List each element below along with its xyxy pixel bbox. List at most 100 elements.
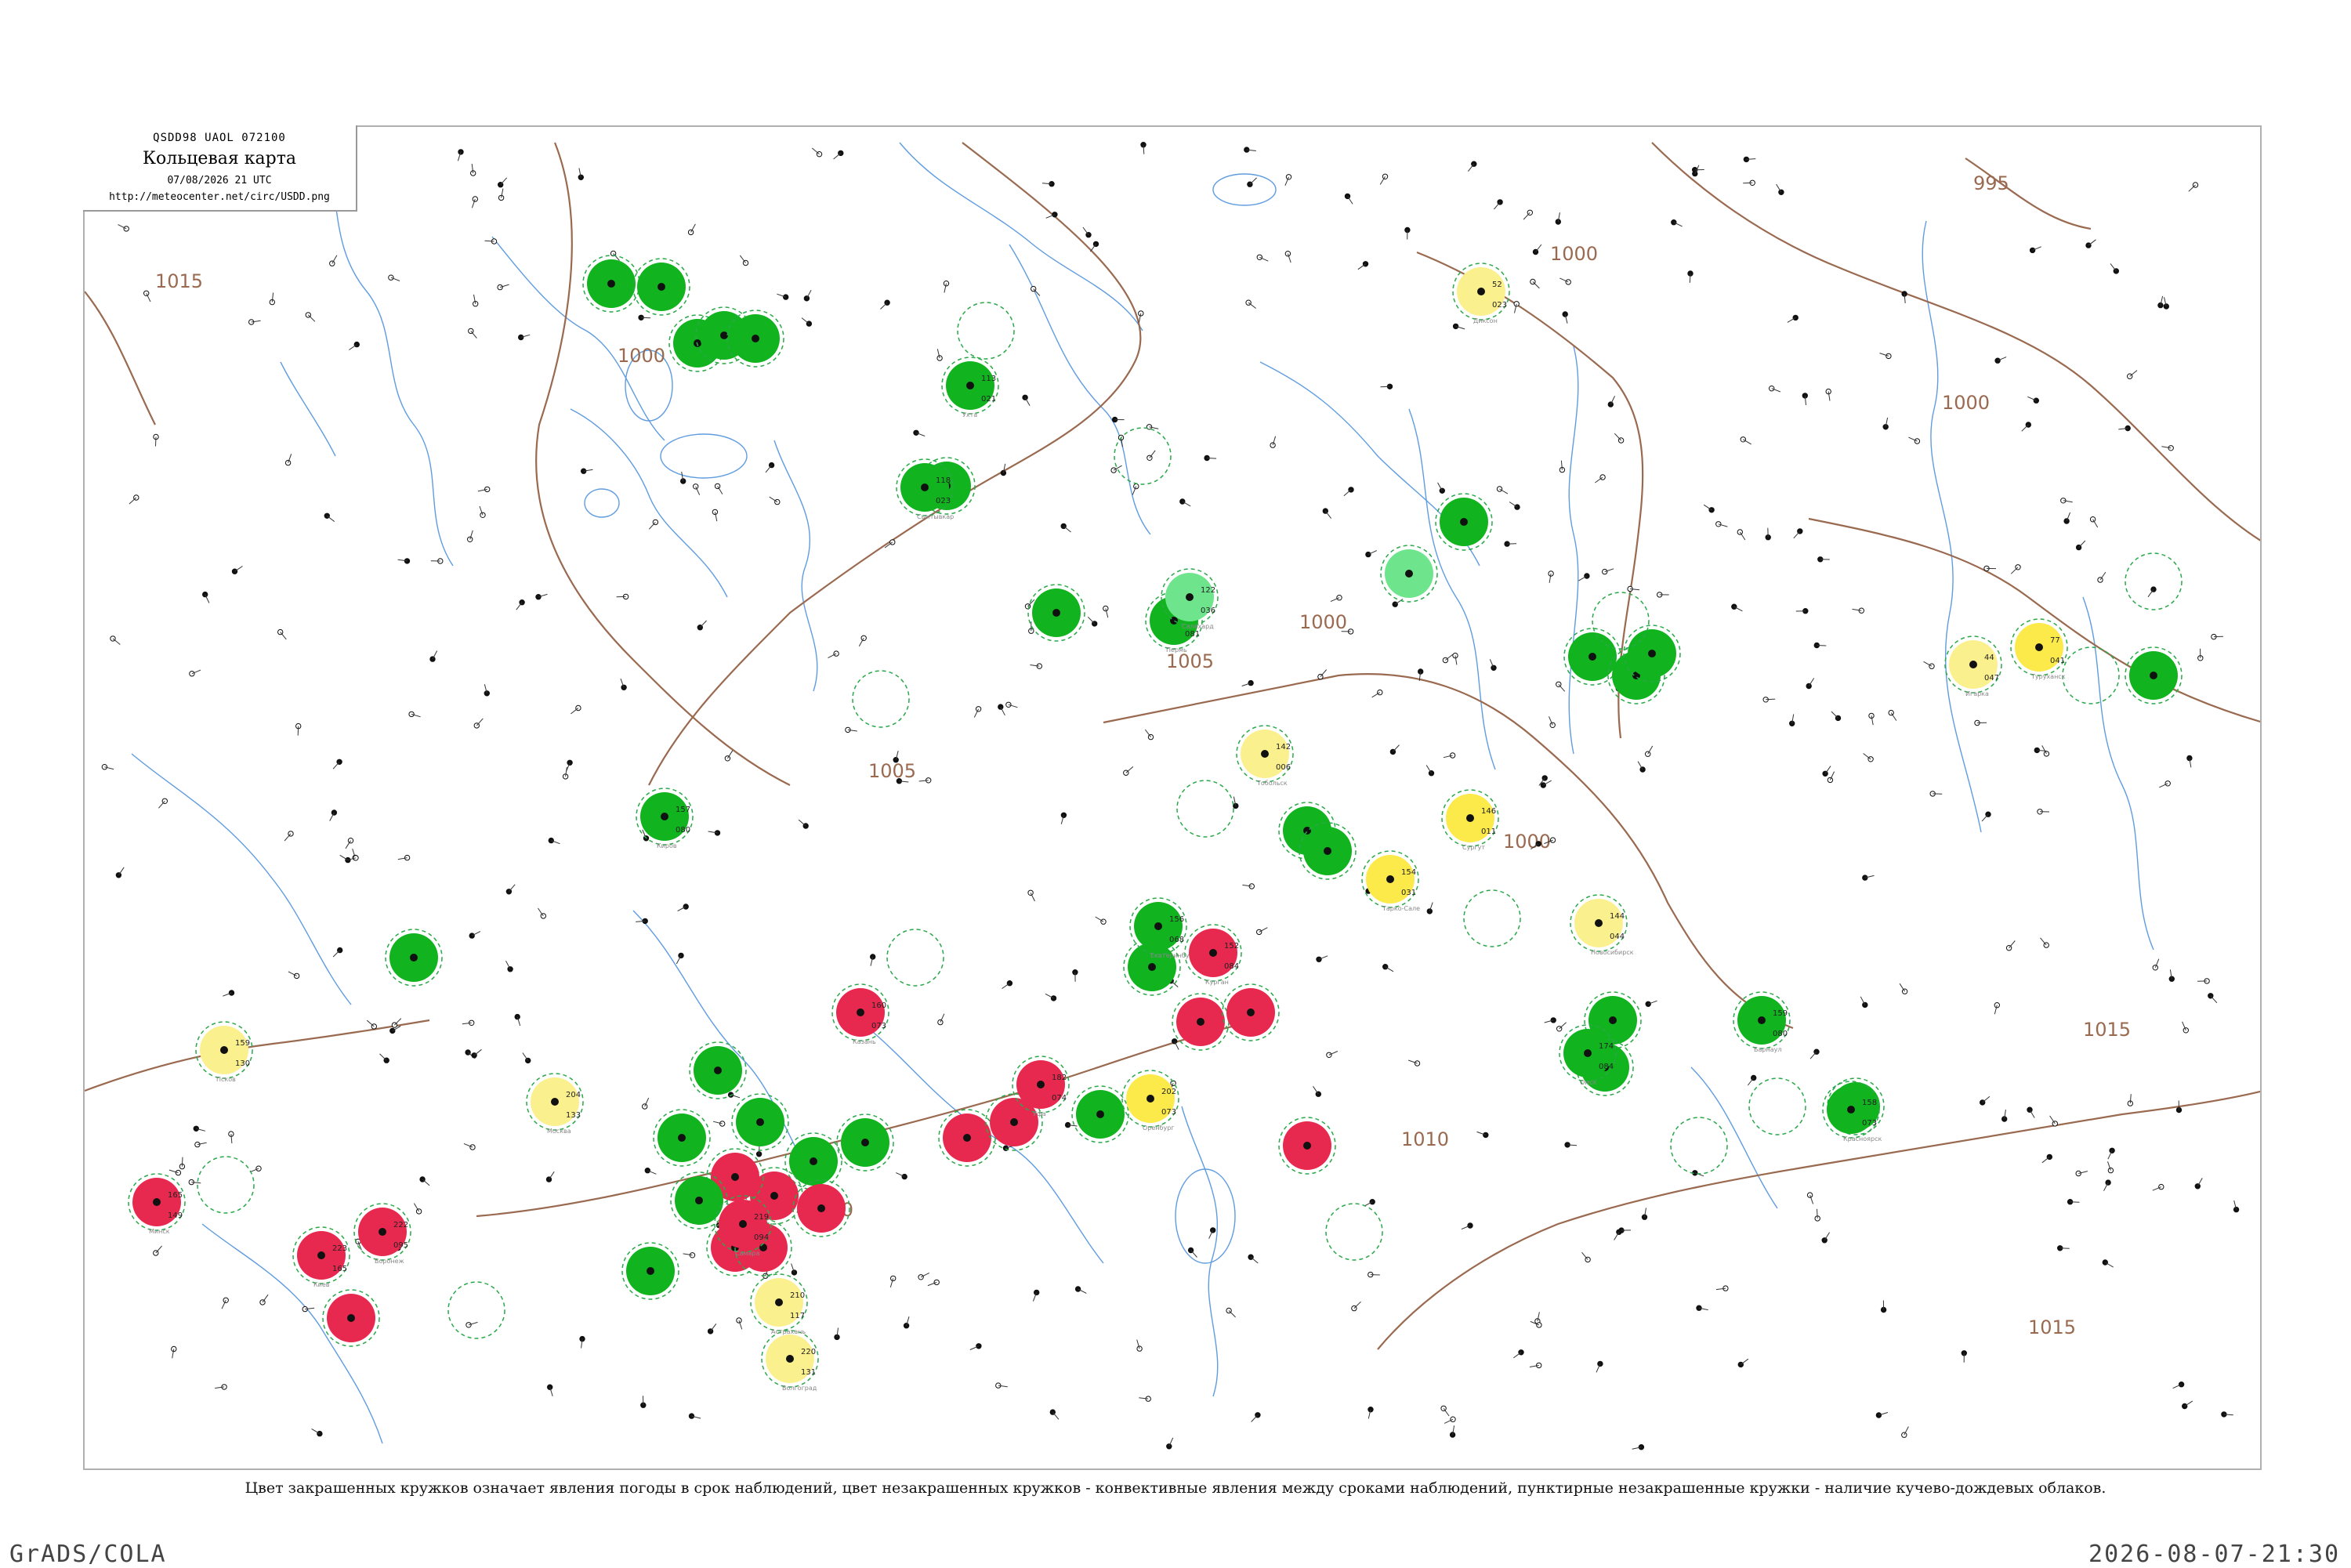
- station-dot: [1609, 1016, 1617, 1024]
- station-pressure: 073: [1161, 1108, 1176, 1117]
- isobar-label: 1015: [155, 270, 203, 292]
- wind-barb: [1468, 164, 1473, 172]
- station-marker[interactable]: 159080Барнаул: [1733, 992, 1790, 1053]
- station-dot: [1405, 570, 1413, 578]
- station-pressure: 165: [332, 1265, 347, 1273]
- station-temp: 182: [1052, 1074, 1067, 1082]
- wind-barb: [2011, 567, 2018, 574]
- rivers-layer: [132, 143, 2154, 1443]
- station-dot: [976, 1344, 981, 1349]
- wind-barb: [1250, 178, 1257, 184]
- wind-barb: [1090, 244, 1096, 252]
- station-marker[interactable]: 220131Волгоград: [762, 1331, 818, 1392]
- station-dot: [902, 1174, 907, 1179]
- wind-barb: [1825, 766, 1831, 774]
- station-marker[interactable]: 113021Ухта: [942, 357, 998, 418]
- station-marker[interactable]: 77041Туруханск: [2011, 619, 2067, 680]
- wind-barb: [380, 1054, 387, 1060]
- station-marker[interactable]: 146011Сургут: [1442, 790, 1498, 851]
- wind-barb: [476, 719, 483, 726]
- station-name: Игарка: [1965, 690, 1989, 697]
- wind-barb: [422, 1179, 429, 1186]
- station-dot: [317, 1251, 325, 1259]
- station-dot: [1847, 1106, 1855, 1114]
- station-name: Москва: [547, 1128, 571, 1135]
- wind-barb: [2110, 263, 2116, 271]
- station-marker[interactable]: 152084Курган: [1185, 925, 1241, 986]
- station-dot: [1261, 750, 1269, 758]
- wind-barb: [182, 1157, 183, 1167]
- synoptic-map[interactable]: 995 1000 1000 1000 1000 1000 1005 1005 1…: [85, 127, 2262, 1470]
- station-name: Казань: [853, 1038, 876, 1045]
- map-url[interactable]: http://meteocenter.net/circ/USDD.png: [83, 191, 356, 203]
- station-marker[interactable]: 142006Тобольск: [1237, 726, 1293, 787]
- station-pressure: 011: [1481, 827, 1496, 836]
- wind-barb: [394, 1019, 400, 1026]
- station-dot: [102, 765, 107, 770]
- station-dot: [144, 291, 149, 295]
- station-dot: [1096, 1110, 1104, 1118]
- station-dot: [2108, 1168, 2113, 1172]
- station-marker[interactable]: 223165Киев: [293, 1227, 350, 1288]
- wind-barb: [1251, 1257, 1258, 1263]
- station-dot: [1197, 1018, 1204, 1026]
- station-dot: [1154, 922, 1162, 930]
- wind-barb: [766, 465, 772, 473]
- station-dot: [731, 1173, 739, 1181]
- wind-barb: [1063, 526, 1070, 532]
- station-temp: 122: [1201, 586, 1215, 595]
- station-marker[interactable]: 160073Казань: [832, 984, 889, 1045]
- station-dot: [1186, 593, 1194, 601]
- wind-barb: [156, 1246, 162, 1253]
- wind-barb: [1248, 302, 1256, 308]
- wind-barb: [1358, 264, 1366, 270]
- station-marker[interactable]: 222095Воронеж: [354, 1204, 411, 1265]
- station-marker[interactable]: 202073Оренбург: [1122, 1070, 1179, 1132]
- station-dot: [1450, 753, 1454, 758]
- wind-barb: [284, 834, 291, 841]
- map-title: Кольцевая карта: [83, 149, 356, 168]
- station-temp: 159: [1773, 1009, 1788, 1018]
- station-dot: [1052, 212, 1057, 217]
- station-dot: [389, 275, 393, 280]
- station-name: Киров: [657, 842, 677, 849]
- station-dot: [1324, 847, 1331, 855]
- station-marker[interactable]: 44047Игарка: [1945, 636, 2001, 697]
- station-dot: [647, 1267, 654, 1275]
- isobar-label: 1005: [868, 760, 916, 782]
- wind-barb: [2009, 941, 2016, 948]
- cb-cloud-ring: [1671, 1117, 1727, 1174]
- wind-barb: [2070, 1202, 2080, 1203]
- station-dot: [1588, 653, 1596, 661]
- station-dot: [1483, 1132, 1488, 1137]
- station-dot: [1584, 1049, 1592, 1057]
- wind-barb: [158, 801, 165, 808]
- wind-barb: [333, 762, 339, 769]
- station-dot: [976, 707, 980, 712]
- wind-barb: [1088, 617, 1094, 624]
- isobar-label: 1015: [2028, 1316, 2076, 1338]
- station-name: Тобольск: [1256, 780, 1288, 787]
- station-marker[interactable]: 144044Новосибирск: [1570, 895, 1634, 956]
- station-dot: [1148, 963, 1156, 971]
- wind-barb: [523, 1053, 528, 1061]
- wind-barb: [881, 302, 888, 309]
- station-dot: [354, 342, 359, 346]
- station-dot: [1147, 1095, 1154, 1103]
- station-dot: [176, 1170, 180, 1175]
- station-dot: [223, 1298, 228, 1302]
- isobar-label: 1015: [2083, 1019, 2131, 1041]
- station-marker[interactable]: 210117Астрахань: [751, 1274, 807, 1335]
- station-marker[interactable]: 118023Сыктывкар: [897, 459, 954, 520]
- station-name: Омск: [1580, 1079, 1597, 1086]
- station-marker[interactable]: 159130Псков: [196, 1022, 252, 1083]
- station-dot: [220, 1046, 228, 1054]
- station-marker[interactable]: 165149Минск: [129, 1174, 185, 1235]
- station-marker[interactable]: 154031Тарко-Сале: [1362, 851, 1420, 912]
- station-dot: [469, 933, 474, 938]
- background-stations: [102, 143, 2239, 1450]
- station-marker[interactable]: 204133Москва: [527, 1074, 583, 1135]
- station-dot: [1248, 680, 1253, 685]
- station-temp: 204: [566, 1091, 581, 1099]
- station-pressure: 095: [393, 1241, 408, 1250]
